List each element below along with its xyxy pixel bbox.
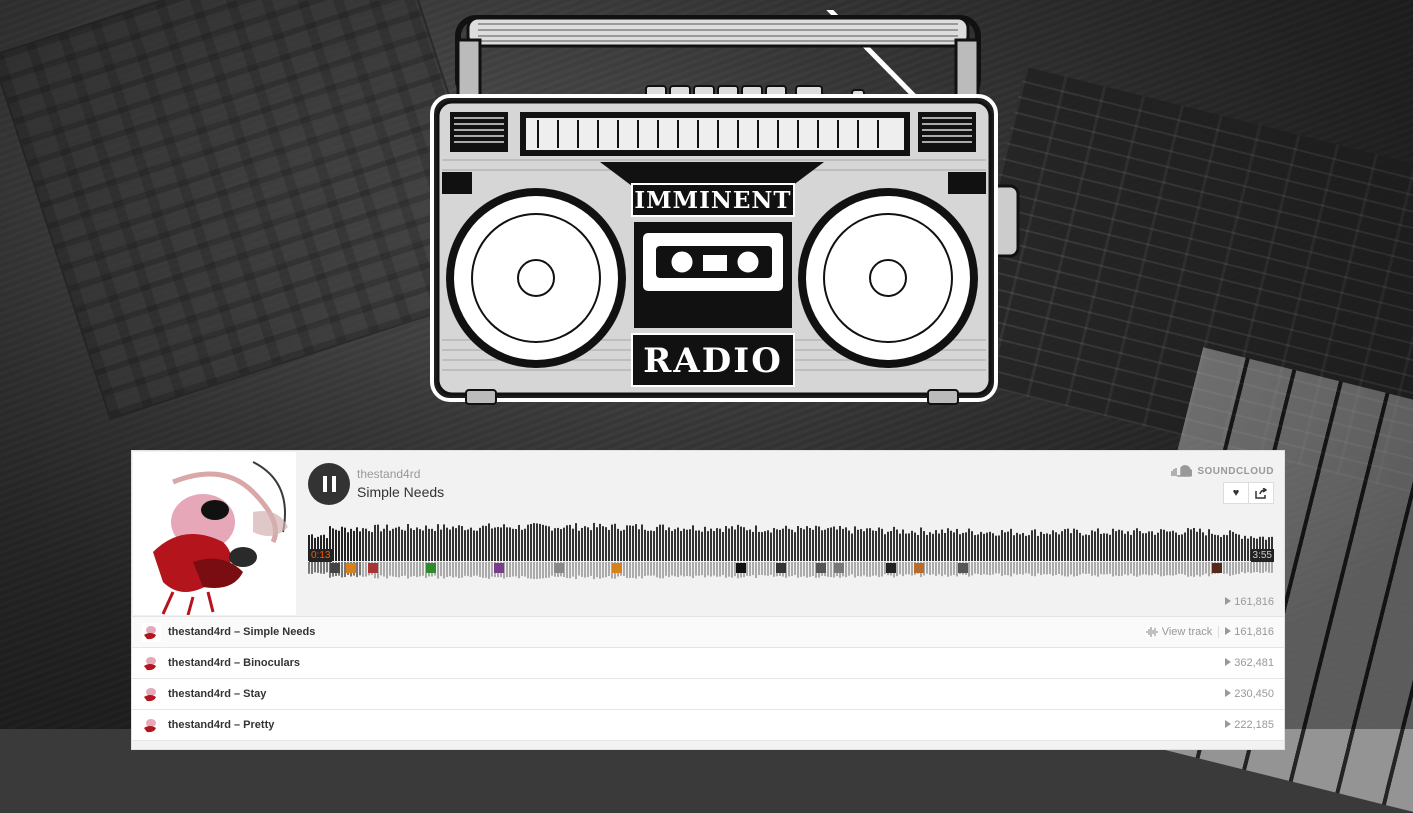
comment-avatar (554, 563, 564, 573)
comment-avatar (368, 563, 378, 573)
comment-avatar (1212, 563, 1222, 573)
heart-icon: ♥ (1232, 487, 1240, 499)
share-icon (1255, 487, 1267, 499)
share-button[interactable] (1249, 482, 1274, 504)
play-icon (1225, 597, 1232, 605)
waveform-icon (1146, 627, 1158, 637)
duration: 3:55 (1250, 549, 1274, 562)
track-artwork[interactable] (133, 452, 296, 615)
track-name: thestand4rd – Pretty (168, 719, 275, 731)
view-track-link[interactable]: View track (1146, 626, 1220, 638)
pause-button[interactable] (308, 463, 350, 505)
track-name: thestand4rd – Stay (168, 688, 267, 700)
like-button[interactable]: ♥ (1223, 482, 1249, 504)
track-actions: ♥ (1223, 482, 1274, 504)
pause-icon (322, 476, 327, 492)
track-row[interactable]: thestand4rd – Simple Needs View track 16… (132, 617, 1284, 648)
soundcloud-player: thestand4rd Simple Needs SOUNDCLOUD ♥ 0:… (131, 450, 1285, 750)
soundcloud-logo[interactable]: SOUNDCLOUD (1170, 465, 1274, 477)
track-plays: 222,185 (1225, 719, 1274, 731)
player-hero: thestand4rd Simple Needs SOUNDCLOUD ♥ 0:… (132, 451, 1284, 617)
play-icon (1225, 720, 1232, 728)
soundcloud-cloud-icon (1171, 465, 1193, 477)
comment-avatar (330, 563, 340, 573)
comment-avatar (346, 563, 356, 573)
track-title[interactable]: Simple Needs (357, 484, 444, 500)
comment-avatar (958, 563, 968, 573)
track-name: thestand4rd – Simple Needs (168, 626, 316, 638)
play-icon (1225, 689, 1232, 697)
current-time: 0:13 (309, 549, 333, 562)
comment-avatar (914, 563, 924, 573)
track-plays: 362,481 (1225, 657, 1274, 669)
track-thumbnail (142, 622, 161, 642)
waveform-seekbar[interactable] (308, 515, 1274, 587)
comment-avatar (834, 563, 844, 573)
comment-avatar (612, 563, 622, 573)
left-speaker (446, 188, 626, 368)
track-row[interactable]: thestand4rd – Binoculars 362,481 (132, 648, 1284, 679)
comment-avatar (776, 563, 786, 573)
track-name: thestand4rd – Binoculars (168, 657, 301, 669)
logo-top-text: IMMINENT (634, 187, 791, 214)
track-row[interactable]: thestand4rd – Stay 230,450 (132, 679, 1284, 710)
comment-avatar (886, 563, 896, 573)
logo-bottom-text: RADIO (643, 341, 783, 381)
play-icon (1225, 658, 1232, 666)
track-plays: 230,450 (1225, 688, 1274, 700)
track-list: thestand4rd – Simple Needs View track 16… (132, 617, 1284, 741)
play-count: 161,816 (1225, 596, 1274, 608)
comment-avatar (494, 563, 504, 573)
play-icon (1225, 627, 1232, 635)
comment-avatar (816, 563, 826, 573)
track-thumbnail (142, 653, 161, 673)
track-plays: 161,816 (1225, 626, 1274, 638)
comment-avatar (426, 563, 436, 573)
right-speaker (798, 188, 978, 368)
track-row[interactable]: thestand4rd – Pretty 222,185 (132, 710, 1284, 741)
boombox-logo: IMMINENT RADIO (430, 10, 1020, 405)
track-thumbnail (142, 715, 161, 735)
track-thumbnail (142, 684, 161, 704)
comment-avatar (736, 563, 746, 573)
track-artist[interactable]: thestand4rd (357, 467, 420, 481)
